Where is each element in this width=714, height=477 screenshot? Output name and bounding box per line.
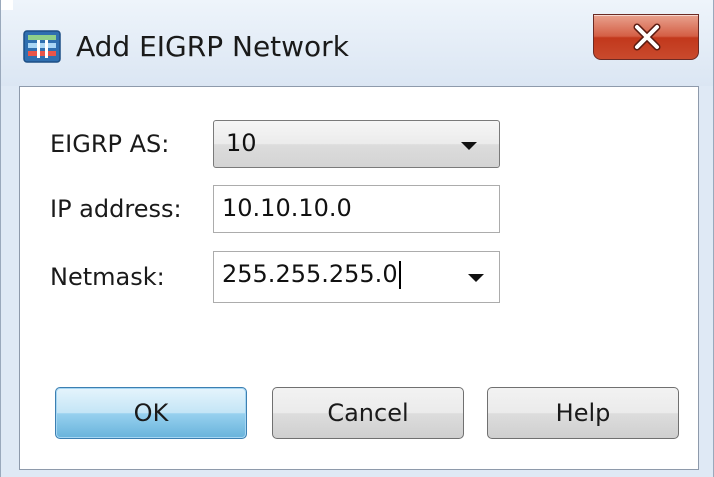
title-bar[interactable]: Add EIGRP Network	[1, 0, 713, 86]
netmask-combo-input[interactable]: 255.255.255.0	[213, 251, 500, 303]
ip-address-input[interactable]: 10.10.10.0	[213, 185, 500, 233]
eigrp-as-label: EIGRP AS:	[50, 130, 170, 158]
window-title: Add EIGRP Network	[76, 30, 349, 63]
chevron-down-icon[interactable]	[468, 274, 484, 282]
ip-address-value: 10.10.10.0	[222, 194, 352, 222]
network-config-icon	[23, 29, 63, 65]
close-icon	[633, 23, 661, 51]
text-caret	[398, 261, 401, 289]
ok-button[interactable]: OK	[55, 387, 247, 439]
help-button-label: Help	[555, 399, 611, 427]
netmask-text: 255.255.255.0	[222, 258, 401, 290]
eigrp-as-dropdown[interactable]: 10	[213, 120, 500, 168]
netmask-label: Netmask:	[50, 263, 165, 291]
netmask-value: 255.255.255.0	[222, 260, 398, 288]
close-button[interactable]	[593, 14, 699, 60]
ip-address-label: IP address:	[50, 195, 182, 223]
ok-button-label: OK	[133, 399, 169, 427]
cancel-button-label: Cancel	[327, 399, 409, 427]
chevron-down-icon	[461, 142, 477, 150]
help-button[interactable]: Help	[487, 387, 679, 439]
window-edge	[1, 0, 13, 10]
cancel-button[interactable]: Cancel	[272, 387, 464, 439]
eigrp-as-value: 10	[226, 129, 257, 157]
dialog-content: EIGRP AS: 10 IP address: 10.10.10.0 Netm…	[19, 86, 699, 470]
dialog-window: Add EIGRP Network EIGRP AS: 10 IP addres…	[0, 0, 714, 477]
